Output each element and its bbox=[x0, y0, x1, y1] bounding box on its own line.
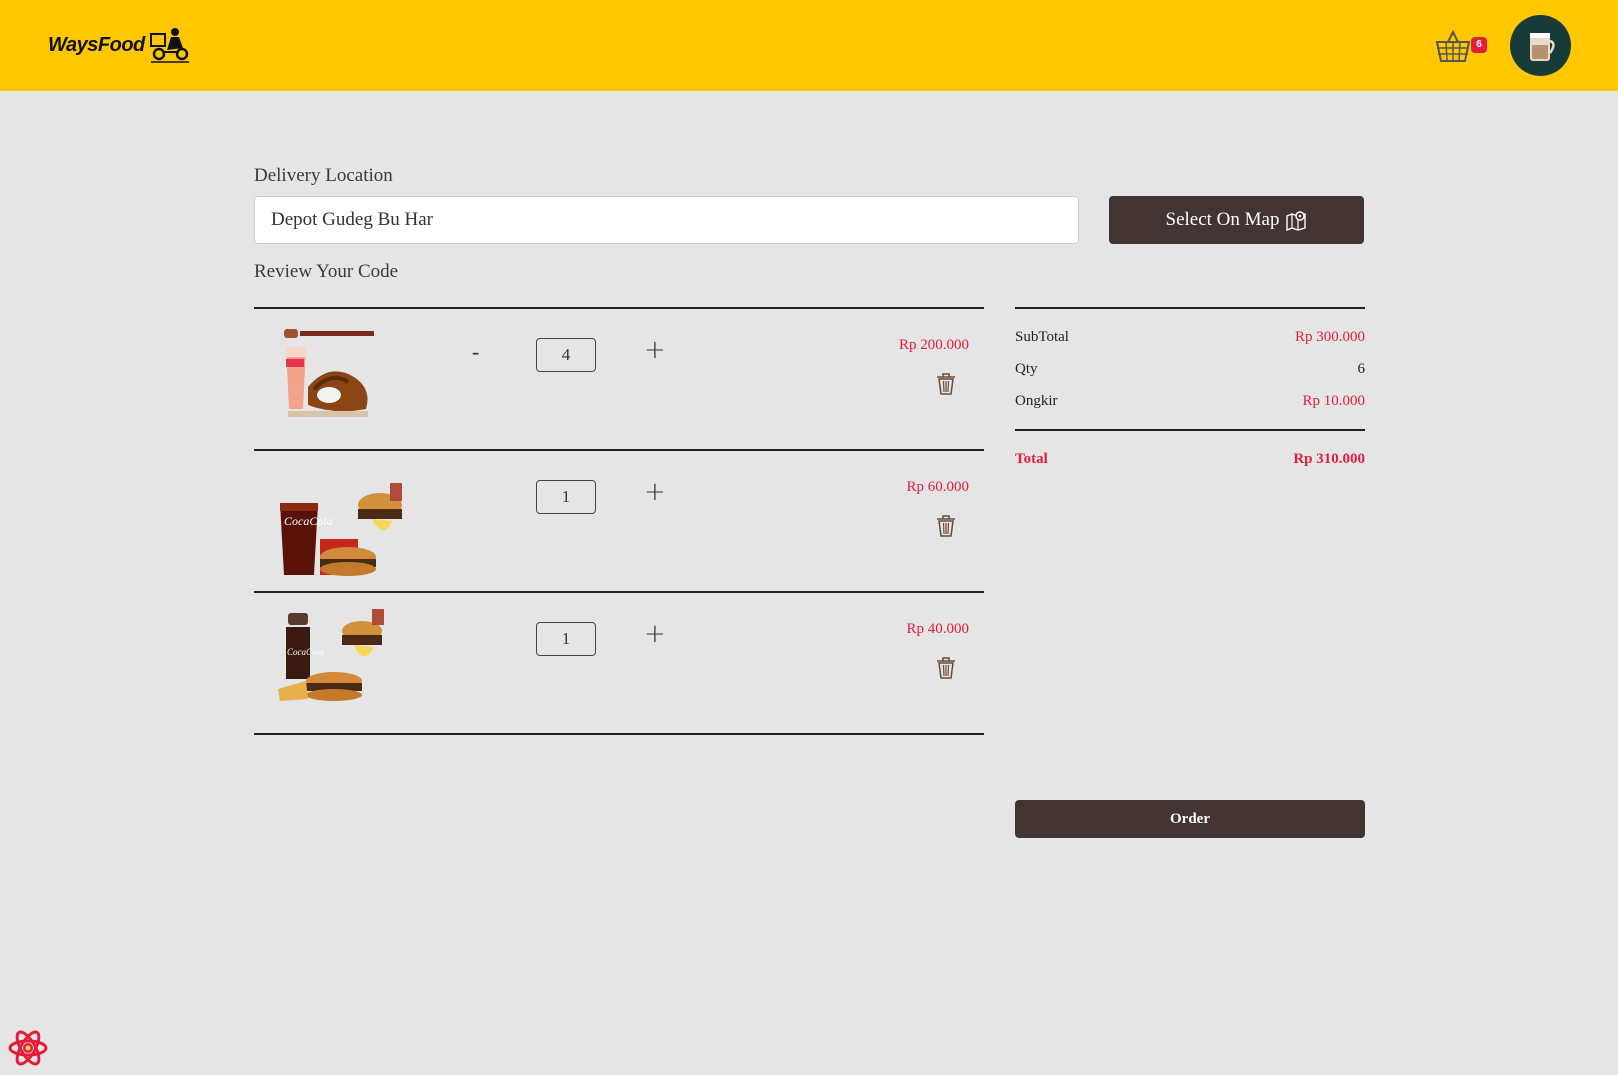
increase-qty-button[interactable]: + bbox=[644, 619, 666, 649]
delivery-location-input[interactable] bbox=[254, 196, 1079, 244]
item-price: Rp 200.000 bbox=[898, 337, 969, 353]
trash-icon[interactable] bbox=[936, 373, 956, 395]
decrease-qty-button[interactable]: - bbox=[472, 339, 479, 365]
item-price: Rp 60.000 bbox=[906, 479, 969, 495]
avatar[interactable] bbox=[1510, 15, 1571, 76]
divider bbox=[1015, 429, 1365, 431]
delivery-location-label: Delivery Location bbox=[254, 165, 393, 186]
cart-item: CocaCola 1 + Rp 40.000 bbox=[254, 593, 984, 735]
summary-total: Total Rp 310.000 bbox=[1015, 451, 1365, 468]
summary-qty: Qty 6 bbox=[1015, 361, 1365, 378]
product-image: CocaCola bbox=[280, 483, 402, 576]
increase-qty-button[interactable]: + bbox=[644, 477, 666, 507]
navbar: WaysFood 6 bbox=[0, 0, 1618, 91]
cart-item: CocaCola 1 + Rp 60.000 bbox=[254, 451, 984, 593]
quantity-field[interactable]: 1 bbox=[536, 480, 596, 514]
item-price: Rp 40.000 bbox=[906, 621, 969, 637]
increase-qty-button[interactable]: + bbox=[644, 335, 666, 365]
cart-count-badge: 6 bbox=[1471, 37, 1487, 53]
summary-subtotal: SubTotal Rp 300.000 bbox=[1015, 329, 1365, 346]
ongkir-value: Rp 10.000 bbox=[1302, 393, 1365, 409]
cart-item: - 4 + Rp 200.000 bbox=[254, 309, 984, 451]
react-devtools-icon[interactable] bbox=[7, 1027, 49, 1069]
review-label: Review Your Code bbox=[254, 261, 399, 282]
trash-icon[interactable] bbox=[936, 515, 956, 537]
total-label: Total bbox=[1015, 451, 1048, 467]
ongkir-label: Ongkir bbox=[1015, 393, 1058, 409]
order-button[interactable]: Order bbox=[1015, 800, 1365, 838]
delivery-scooter-icon bbox=[149, 28, 189, 63]
svg-text:CocaCola: CocaCola bbox=[287, 647, 324, 657]
quantity-field[interactable]: 1 bbox=[536, 622, 596, 656]
total-value: Rp 310.000 bbox=[1293, 451, 1365, 467]
subtotal-label: SubTotal bbox=[1015, 329, 1069, 345]
trash-icon[interactable] bbox=[936, 657, 956, 679]
qty-label: Qty bbox=[1015, 361, 1038, 377]
map-pin-icon bbox=[1286, 211, 1307, 231]
summary-ongkir: Ongkir Rp 10.000 bbox=[1015, 393, 1365, 410]
quantity-field[interactable]: 4 bbox=[536, 338, 596, 372]
subtotal-value: Rp 300.000 bbox=[1294, 329, 1365, 345]
product-image bbox=[284, 329, 374, 417]
select-on-map-button[interactable]: Select On Map bbox=[1109, 196, 1364, 244]
qty-value: 6 bbox=[1357, 361, 1366, 377]
divider bbox=[1015, 307, 1365, 309]
select-on-map-label: Select On Map bbox=[1165, 209, 1280, 230]
svg-text:CocaCola: CocaCola bbox=[284, 514, 333, 528]
brand-name: WaysFood bbox=[48, 33, 145, 56]
product-image: CocaCola bbox=[278, 609, 384, 701]
coffee-cup-icon bbox=[1530, 33, 1555, 61]
basket-icon[interactable] bbox=[1434, 28, 1472, 66]
brand-logo[interactable]: WaysFood bbox=[48, 24, 191, 66]
